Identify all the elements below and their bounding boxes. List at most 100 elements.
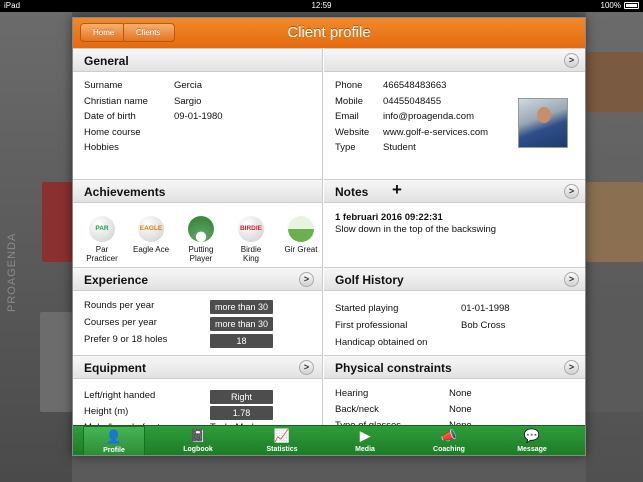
field-label: Website [335,126,370,138]
avatar[interactable] [518,98,568,148]
section-title: General [84,54,129,68]
field-row: Courses per year more than 30 [73,317,322,334]
section-header-contact[interactable]: > [324,48,585,72]
battery-icon [624,2,639,9]
field-value-pill[interactable]: 18 [210,334,273,348]
note-text[interactable]: Slow down in the top of the backswing [335,224,496,235]
background-thumbnail [586,52,643,112]
field-row: Started playing 01-01-1998 [324,303,585,320]
section-header-achievements[interactable]: Achievements [73,179,322,203]
field-value: Student [383,142,416,153]
field-label: Started playing [335,303,399,314]
section-header-experience[interactable]: Experience > [73,267,322,291]
achievement-label: Putting [188,245,214,254]
background-thumbnail [586,182,643,262]
achievement-label: Birdie [240,245,262,254]
field-value[interactable]: 04455048455 [383,96,441,107]
field-value-pill[interactable]: 1.78 [210,406,273,420]
field-row: Back/neck None [324,404,585,420]
achievements-list: PAR Par Practicer EAGLE Eagle Ace Puttin… [73,212,322,272]
field-label: Prefer 9 or 18 holes [84,334,168,345]
field-value[interactable]: info@proagenda.com [383,111,474,122]
tab-label: Coaching [433,446,465,453]
tab-label: Statistics [266,446,298,453]
section-header-general[interactable]: General [73,48,322,72]
golf-ball-icon: PAR [89,216,115,242]
golf-history-list: Started playing 01-01-1998 First professi… [324,303,585,354]
tab-label: Media [355,446,375,453]
field-value[interactable]: www.golf-e-services.com [383,127,488,138]
field-label: Type [335,142,356,153]
add-note-button[interactable]: + [392,180,402,200]
background-right [586,12,643,482]
brand-watermark: PROAGENDA [6,232,18,312]
field-value: 09-01-1980 [174,111,223,122]
field-value: None [449,404,472,415]
chevron-right-icon[interactable]: > [564,184,579,199]
chevron-right-icon[interactable]: > [564,53,579,68]
achievement-label: Practicer [86,254,118,263]
field-value-pill[interactable]: more than 30 [210,300,273,314]
field-label: Date of birth [84,111,136,122]
achievement-gir-great[interactable]: Gir Great [276,212,326,254]
tab-bar: 👤 Profile 📓 Logbook 📈 Statistics ▶ Media… [73,425,585,455]
section-title: Experience [84,273,149,287]
page-title: Client profile [287,24,371,41]
field-row: Left/right handed Right [73,390,322,406]
tab-media[interactable]: ▶ Media [334,426,396,455]
field-row: Height (m) 1.78 [73,406,322,422]
field-row: Surname Gercia [73,80,322,96]
experience-list: Rounds per year more than 30 Courses per … [73,300,322,351]
logbook-icon: 📓 [189,428,207,443]
field-label: Height (m) [84,406,129,417]
achievement-label: Eagle Ace [132,245,170,254]
field-label: Back/neck [335,404,379,415]
left-column: General Surname Gercia Christian name Sarg… [73,48,323,433]
chevron-right-icon[interactable]: > [299,272,314,287]
note-timestamp: 1 februari 2016 09:22:31 [335,212,443,223]
tab-statistics[interactable]: 📈 Statistics [251,426,313,455]
section-title: Notes [335,185,369,199]
field-label: Hobbies [84,142,119,153]
golf-ball-icon: EAGLE [138,216,164,242]
section-title: Physical constraints [335,361,452,375]
field-value[interactable]: 466548483663 [383,80,446,91]
chevron-right-icon[interactable]: > [564,360,579,375]
tab-label: Logbook [183,446,213,453]
tab-logbook[interactable]: 📓 Logbook [167,426,229,455]
background-thumbnail [42,182,72,262]
section-header-equipment[interactable]: Equipment > [73,355,322,379]
field-label: Phone [335,80,363,91]
field-row: Christian name Sargio [73,96,322,112]
tab-profile[interactable]: 👤 Profile [83,426,145,455]
field-value: Bob Cross [461,320,506,331]
field-label: Hearing [335,388,369,399]
chevron-right-icon[interactable]: > [564,272,579,287]
field-value: Sargio [174,95,202,107]
section-header-notes[interactable]: Notes + > [324,179,585,203]
chevron-right-icon[interactable]: > [299,360,314,375]
section-header-physical-constraints[interactable]: Physical constraints > [324,355,585,379]
achievement-putting-player[interactable]: Putting Player [176,212,226,263]
field-label: First professional [335,320,408,331]
field-value: Gercia [174,80,202,91]
background-thumbnail [40,312,72,412]
field-label: Handicap obtained on [335,337,428,348]
right-column: > Phone 466548483663 Mobile 04455048455 Em… [324,48,585,431]
client-profile-modal: Home Clients Client profile General Surn… [72,17,586,456]
field-row: Home course [73,127,322,143]
background-left: PROAGENDA [0,12,72,482]
chart-icon: 📈 [273,428,291,443]
tab-label: Message [517,446,547,453]
field-value-pill[interactable]: Right [210,390,273,404]
achievement-par-practicer[interactable]: PAR Par Practicer [77,212,127,263]
section-header-golf-history[interactable]: Golf History > [324,267,585,291]
tab-message[interactable]: 💬 Message [501,426,563,455]
person-icon: 👤 [105,429,123,444]
achievement-eagle-ace[interactable]: EAGLE Eagle Ace [126,212,176,254]
field-value-pill[interactable]: more than 30 [210,317,273,331]
achievement-birdie-king[interactable]: BIRDIE Birdie King [226,212,276,263]
field-label: Left/right handed [84,390,156,401]
tab-label: Profile [103,447,125,454]
tab-coaching[interactable]: 📣 Coaching [418,426,480,455]
